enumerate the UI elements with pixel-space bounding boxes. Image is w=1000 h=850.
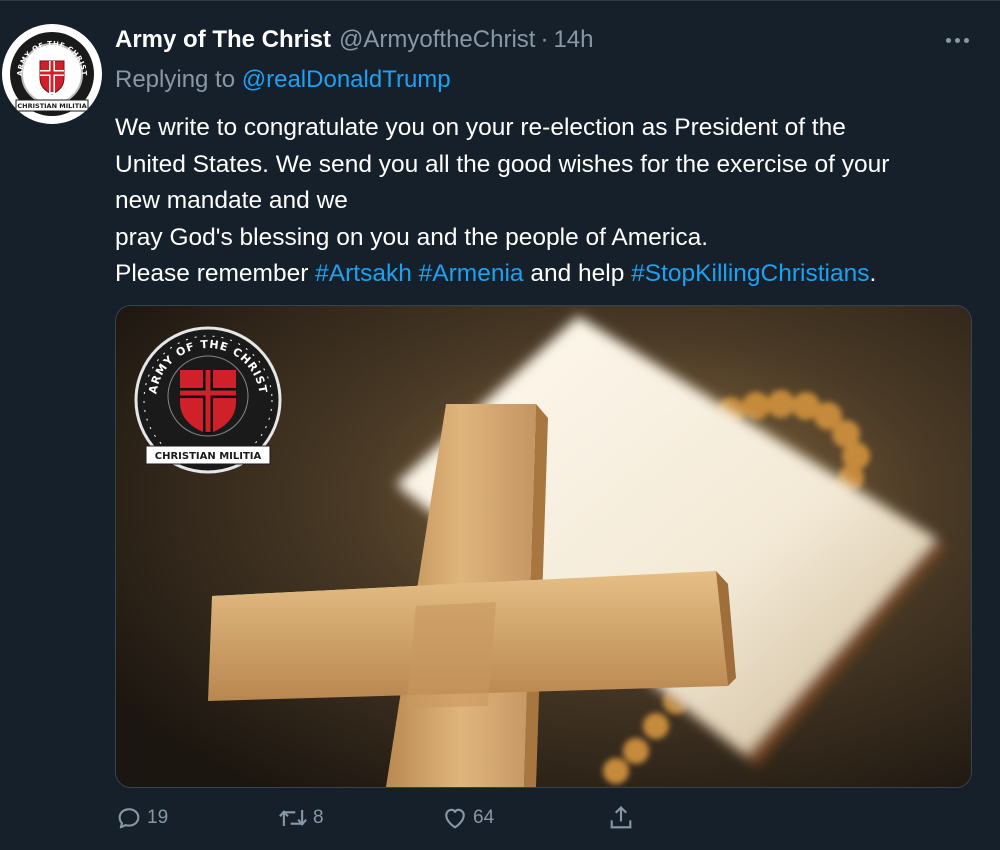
like-count: 64 (473, 807, 495, 828)
reply-to-mention[interactable]: @realDonaldTrump (242, 66, 451, 93)
cross-bible-photo-icon: ARMY OF THE CHRIST CHRISTIAN MILITIA (116, 306, 971, 787)
tweet-media-image[interactable]: ARMY OF THE CHRIST CHRISTIAN MILITIA (115, 305, 972, 788)
replying-to-label: Replying to (115, 66, 236, 93)
avatar-emblem-icon: ARMY OF THE CHRIST CHRISTIAN MILITIA (4, 26, 100, 122)
top-divider (0, 0, 1000, 1)
tweet-text-line: new mandate and we (115, 187, 348, 214)
text-segment: . (869, 260, 877, 287)
watermark-logo: ARMY OF THE CHRIST CHRISTIAN MILITIA (134, 326, 282, 474)
profile-avatar[interactable]: ARMY OF THE CHRIST CHRISTIAN MILITIA (2, 24, 102, 124)
reply-button[interactable]: 19 (115, 800, 168, 836)
tweet-text: We write to congratulate you on your re-… (115, 110, 985, 293)
tweet-text-line: pray God's blessing on you and the peopl… (115, 223, 709, 251)
text-segment (412, 260, 419, 287)
tweet-text-last-line: Please remember #Artsakh #Armenia and he… (115, 256, 985, 293)
replying-to: Replying to @realDonaldTrump (115, 66, 451, 94)
retweet-icon (279, 810, 307, 826)
text-segment: Please remember (115, 260, 316, 287)
text-segment: and help (523, 260, 632, 287)
share-icon (610, 806, 632, 829)
user-handle[interactable]: @ArmyoftheChrist (339, 26, 535, 54)
more-options-icon[interactable] (942, 28, 972, 52)
tweet-action-bar: 19 8 64 (115, 800, 975, 836)
display-name[interactable]: Army of The Christ (115, 26, 331, 54)
hashtag-stopkillingchristians[interactable]: #StopKillingChristians (631, 260, 869, 287)
heart-icon (445, 808, 465, 829)
hashtag-artsakh[interactable]: #Artsakh (315, 260, 412, 287)
retweet-button[interactable]: 8 (277, 800, 324, 836)
share-button[interactable] (607, 800, 635, 836)
logo-bottom-text: CHRISTIAN MILITIA (155, 451, 262, 462)
header-separator: · (540, 26, 549, 53)
tweet-header: Army of The Christ @ArmyoftheChrist · 14… (115, 26, 593, 58)
avatar-bottom-text: CHRISTIAN MILITIA (17, 102, 86, 110)
reply-icon (118, 808, 140, 829)
retweet-count: 8 (313, 807, 324, 828)
hashtag-armenia[interactable]: #Armenia (419, 260, 524, 287)
tweet-text-line: United States. We send you all the good … (115, 150, 890, 178)
reply-count: 19 (147, 807, 169, 828)
tweet-text-line: We write to congratulate you on your re-… (115, 114, 846, 141)
tweet-timestamp[interactable]: 14h (553, 26, 593, 54)
like-button[interactable]: 64 (441, 800, 494, 836)
